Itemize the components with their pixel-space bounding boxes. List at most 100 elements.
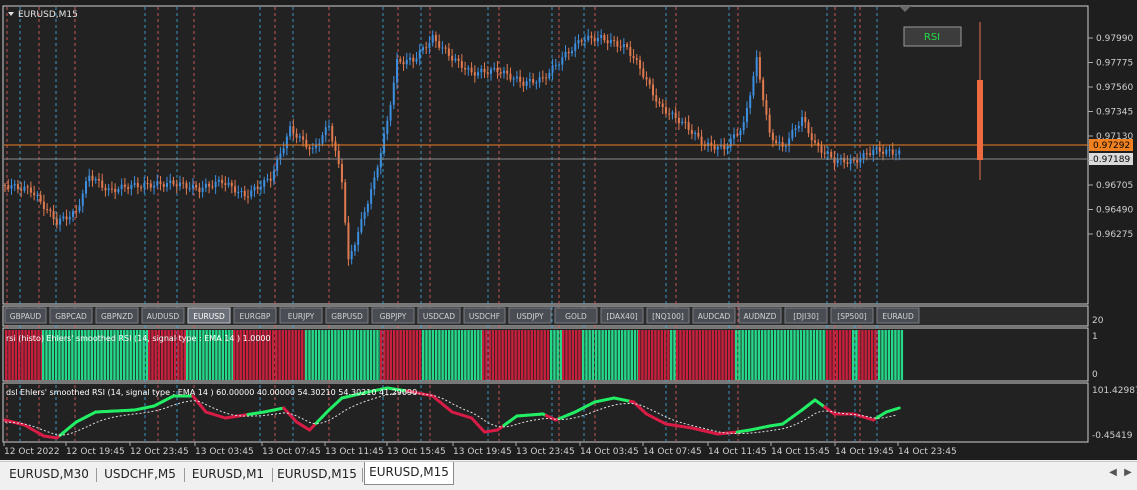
candle-body — [286, 136, 288, 148]
candle-body — [302, 136, 304, 139]
scroll-left-icon[interactable]: ◀ — [1106, 466, 1120, 480]
candle-body — [853, 160, 855, 161]
candle-body — [607, 40, 609, 43]
symbol-button-label: AUDCAD — [698, 312, 731, 321]
candle-body — [182, 183, 184, 184]
candle-body — [795, 128, 797, 130]
tab-eurusd-m30[interactable]: EURUSD,M30 — [6, 464, 92, 484]
histogram-bar — [588, 330, 590, 380]
histogram-bar — [644, 330, 646, 380]
symbol-button-label: [DAX40] — [606, 312, 637, 321]
candle-body — [406, 60, 408, 64]
candle-body — [82, 194, 84, 206]
candle-body — [801, 117, 803, 126]
tab-eurusd-m15-active[interactable]: EURUSD,M15 — [364, 462, 454, 485]
tab-usdchf-m5[interactable]: USDCHF,M5 — [100, 464, 180, 484]
candle-body — [594, 38, 596, 41]
histogram-bar — [451, 330, 453, 380]
histogram-bar — [441, 330, 443, 380]
candle-body — [415, 59, 417, 62]
candle-body — [270, 179, 272, 181]
candle-body — [775, 140, 777, 143]
candle-body — [140, 187, 142, 188]
candle-body — [743, 122, 745, 130]
histogram-bar — [595, 330, 597, 380]
candle-body — [79, 206, 81, 211]
candle-body — [458, 59, 460, 61]
candle-body — [244, 191, 246, 197]
histogram-bar — [495, 330, 497, 380]
histogram-bar — [790, 330, 792, 380]
histogram-bar — [592, 330, 594, 380]
histogram-bar — [598, 330, 600, 380]
symbol-title: EURUSD,M15 — [18, 10, 78, 20]
histogram-bar — [864, 330, 866, 380]
candle-body — [490, 69, 492, 74]
tab-eurusd-m1[interactable]: EURUSD,M1 — [188, 464, 268, 484]
rsi-title: dsl Ehlers' smoothed RSI (14, signal typ… — [6, 388, 417, 397]
histogram-bar — [738, 330, 740, 380]
candle-body — [642, 69, 644, 78]
histogram-bar — [315, 330, 317, 380]
candle-body — [231, 183, 233, 187]
histogram-bar — [605, 330, 607, 380]
histogram-bar — [301, 330, 303, 380]
histogram-bar — [748, 330, 750, 380]
time-label: 13 Oct 07:45 — [262, 447, 321, 457]
histogram-bar — [894, 330, 896, 380]
candle-body — [163, 184, 165, 187]
histogram-bar — [657, 330, 659, 380]
candle-body — [195, 185, 197, 188]
candle-body — [347, 223, 349, 260]
histogram-bar — [578, 330, 580, 380]
candle-body — [684, 122, 686, 123]
histogram-bar — [797, 330, 799, 380]
candle-body — [662, 104, 664, 107]
histogram-bar — [458, 330, 460, 380]
histogram-bar — [357, 330, 359, 380]
candle-body — [289, 126, 291, 136]
symbol-button-label: GOLD — [565, 312, 587, 321]
candle-body — [451, 56, 453, 61]
histogram-bar — [871, 330, 873, 380]
histogram-bar — [803, 330, 805, 380]
time-label: 13 Oct 23:45 — [516, 447, 575, 457]
histogram-bar — [367, 330, 369, 380]
tab-separator — [362, 468, 363, 482]
histogram-bar — [386, 330, 388, 380]
chart-canvas[interactable]: 0.979900.977750.975600.973450.971300.969… — [0, 0, 1137, 460]
candle-body — [328, 126, 330, 127]
time-label: 14 Oct 07:45 — [643, 447, 702, 457]
histogram-bar — [897, 330, 899, 380]
scroll-right-icon[interactable]: ▶ — [1121, 466, 1135, 480]
histogram-bar — [679, 330, 681, 380]
candle-body — [143, 183, 145, 188]
candle-body — [85, 181, 87, 193]
candle-body — [445, 48, 447, 49]
candle-body — [95, 179, 97, 181]
histogram-bar — [852, 330, 854, 380]
candle-body — [493, 68, 495, 69]
symbol-button-label: EURAUD — [882, 312, 914, 321]
candle-body — [555, 65, 557, 66]
candle-body — [652, 84, 654, 95]
histogram-bar — [800, 330, 802, 380]
symbol-button-label: [SP500] — [837, 312, 867, 321]
candle-body — [863, 153, 865, 159]
histogram-bar — [702, 330, 704, 380]
chart-area[interactable]: 0.979900.977750.975600.973450.971300.969… — [0, 0, 1137, 460]
candle-body — [185, 183, 187, 188]
candle-body — [338, 151, 340, 164]
tab-eurusd-m15[interactable]: EURUSD,M15 — [276, 464, 358, 484]
histogram-bar — [735, 330, 737, 380]
candle-body — [435, 35, 437, 41]
histogram-bar — [428, 330, 430, 380]
histogram-bar — [544, 330, 546, 380]
candle-body — [72, 211, 74, 217]
candle-body — [814, 140, 816, 142]
histogram-bar — [715, 330, 717, 380]
histogram-title: rsi (histo) Ehlers' smoothed RSI (14, si… — [6, 334, 271, 343]
candle-body — [480, 69, 482, 72]
histogram-bar — [767, 330, 769, 380]
candle-body — [257, 187, 259, 189]
